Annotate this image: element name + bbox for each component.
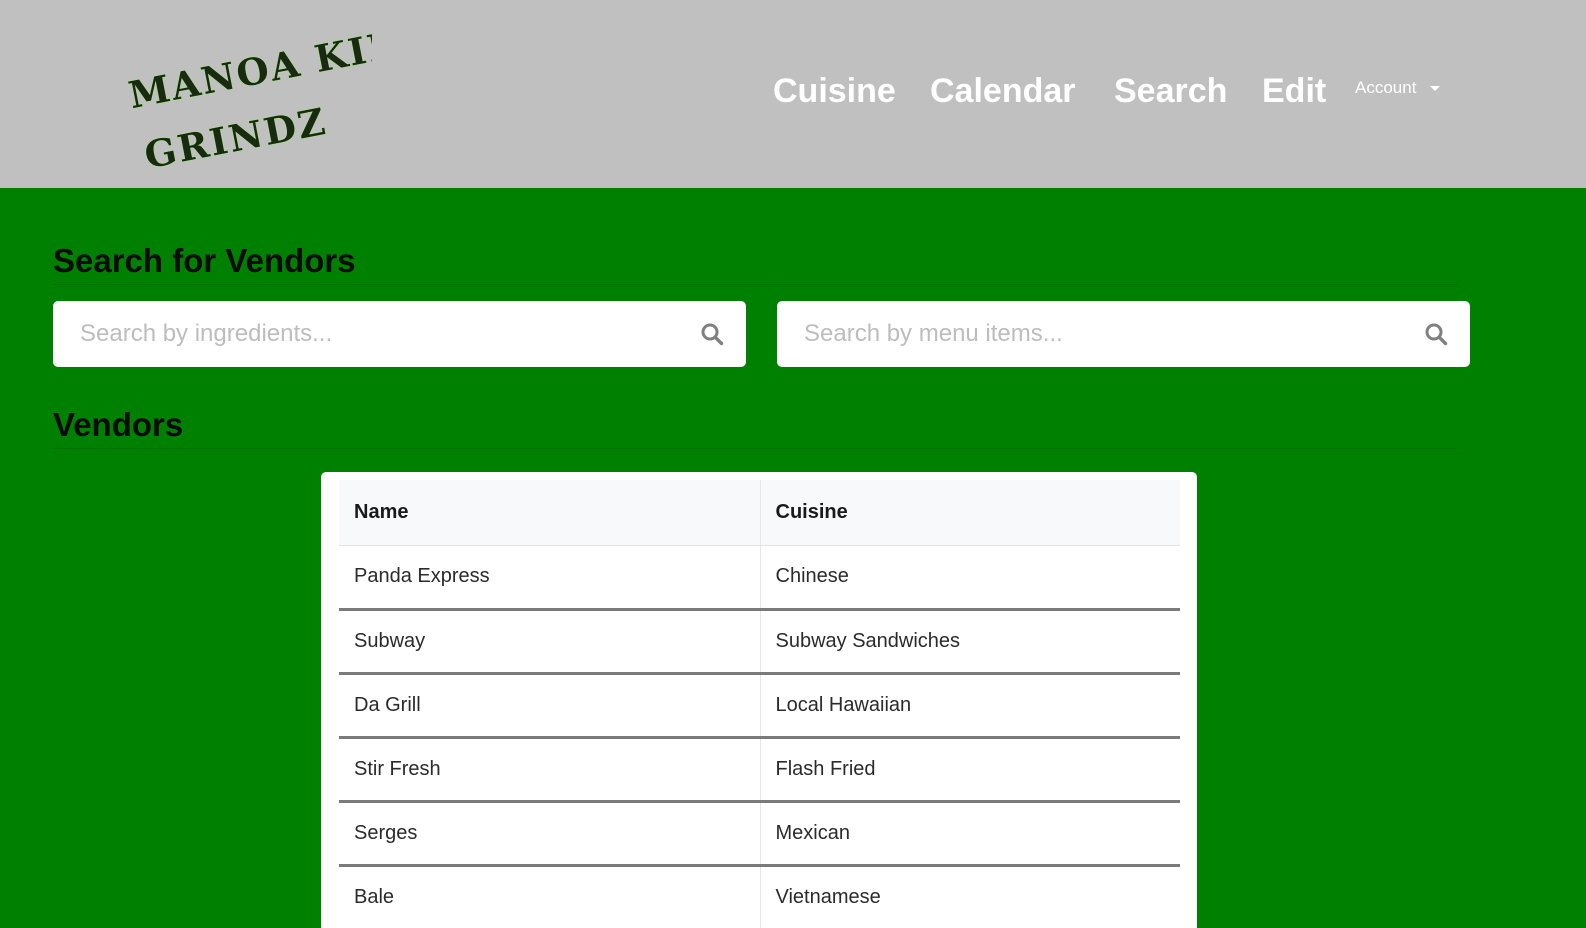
ingredients-search-input[interactable] <box>53 301 746 367</box>
table-row[interactable]: Da Grill Local Hawaiian <box>339 673 1180 739</box>
menu-items-search-input[interactable] <box>777 301 1470 367</box>
logo-image: MANOA KINE GRINDZ <box>124 14 372 173</box>
nav-calendar[interactable]: Calendar <box>930 68 1076 114</box>
vendor-cuisine-cell: Vietnamese <box>760 865 1180 928</box>
vendor-name-cell: Serges <box>339 801 761 867</box>
nav-edit[interactable]: Edit <box>1262 68 1326 114</box>
ingredients-search-box <box>53 301 746 367</box>
top-navbar: MANOA KINE GRINDZ Cuisine Calendar Searc… <box>0 0 1586 188</box>
menu-items-search-box <box>777 301 1470 367</box>
nav-cuisine[interactable]: Cuisine <box>773 68 896 114</box>
account-dropdown[interactable]: Account <box>1355 76 1441 100</box>
vendors-table-card: Name Cuisine Panda Express Chinese Subwa… <box>321 472 1197 928</box>
vendor-name-cell: Da Grill <box>339 673 761 739</box>
table-row[interactable]: Panda Express Chinese <box>339 545 1180 611</box>
table-row[interactable]: Subway Subway Sandwiches <box>339 609 1180 675</box>
vendors-table: Name Cuisine Panda Express Chinese Subwa… <box>339 480 1180 928</box>
logo[interactable]: MANOA KINE GRINDZ <box>122 8 372 173</box>
search-section-divider <box>53 284 1458 285</box>
nav-search[interactable]: Search <box>1114 68 1227 114</box>
table-row[interactable]: Stir Fresh Flash Fried <box>339 737 1180 803</box>
search-icon[interactable] <box>700 322 724 346</box>
account-label: Account <box>1355 78 1417 97</box>
caret-down-icon <box>1430 86 1441 91</box>
vendor-name-cell: Bale <box>339 865 761 928</box>
search-icon[interactable] <box>1424 322 1448 346</box>
vendor-cuisine-cell: Subway Sandwiches <box>760 609 1180 675</box>
vendor-name-cell: Stir Fresh <box>339 737 761 803</box>
vendors-section-title: Vendors <box>53 406 184 443</box>
vendor-cuisine-cell: Local Hawaiian <box>760 673 1180 739</box>
vendor-name-cell: Subway <box>339 609 761 675</box>
search-section-title: Search for Vendors <box>53 242 356 279</box>
vendor-cuisine-cell: Mexican <box>760 801 1180 867</box>
vendor-cuisine-cell: Chinese <box>760 545 1180 611</box>
column-header-cuisine[interactable]: Cuisine <box>760 480 1180 546</box>
vendor-cuisine-cell: Flash Fried <box>760 737 1180 803</box>
vendors-section-divider <box>53 448 1458 449</box>
column-header-name[interactable]: Name <box>339 480 761 546</box>
table-row[interactable]: Serges Mexican <box>339 801 1180 867</box>
table-header-row: Name Cuisine <box>339 480 1180 546</box>
logo-line-1: MANOA KINE <box>125 15 372 117</box>
table-row[interactable]: Bale Vietnamese <box>339 865 1180 928</box>
vendor-name-cell: Panda Express <box>339 545 761 611</box>
